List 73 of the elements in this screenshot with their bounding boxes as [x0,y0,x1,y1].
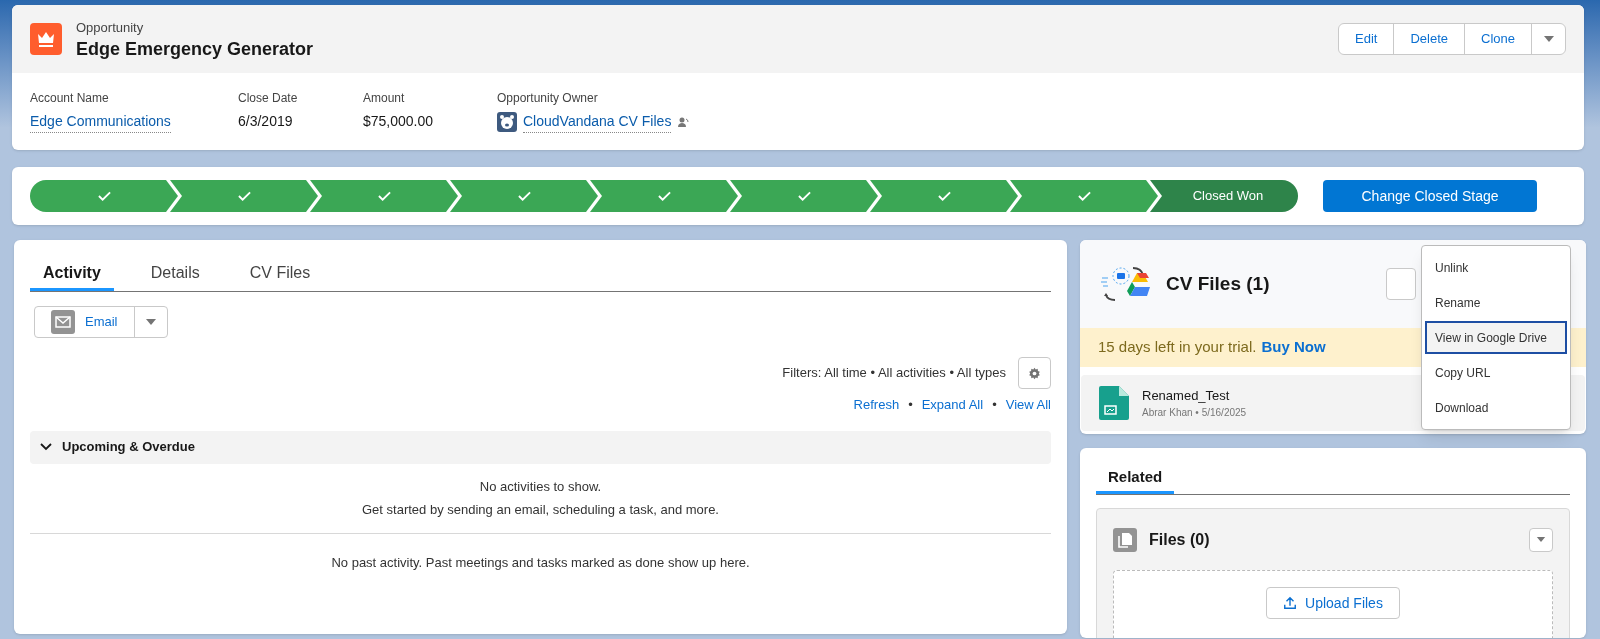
sync-logo-icon [1100,264,1152,304]
tab[interactable]: Related [1096,464,1175,494]
check-icon [1077,191,1091,201]
files-icon [1113,527,1137,552]
check-icon [97,191,111,201]
path-stage[interactable] [730,180,878,212]
check-icon [797,191,811,201]
tab[interactable]: Activity [30,257,114,291]
panel-title: CV Files (1) [1166,271,1270,296]
check-icon [517,191,531,201]
field-label: Close Date [238,90,299,107]
email-icon [51,310,75,334]
activity-link[interactable]: Expand All [921,395,984,415]
menu-item[interactable]: Rename [1425,286,1567,319]
drop-zone[interactable]: Upload Files [1113,570,1553,638]
field-label: Opportunity Owner [497,90,599,107]
path-stage[interactable] [310,180,458,212]
chevron-down-icon [40,443,52,451]
buy-now-link[interactable]: Buy Now [1261,336,1326,359]
empty-message: No activities to show. [479,477,602,496]
caret-down-icon [1536,536,1546,544]
check-icon [237,191,251,201]
caret-down-icon [144,318,157,326]
path-stage[interactable] [590,180,738,212]
avatar-icon [497,112,517,132]
path-stage[interactable]: Closed Won [1150,180,1298,212]
files-title: Files (0) [1149,529,1210,550]
action-button[interactable]: Delete [1394,24,1466,54]
menu-item[interactable]: View in Google Drive [1425,321,1567,354]
field-value: $75,000.00 [363,112,435,131]
path-stage[interactable] [450,180,598,212]
record-title: Edge Emergency Generator [76,37,314,60]
path-stage[interactable] [30,180,178,212]
file-name: Renamed_Test [1142,386,1231,405]
owner-link[interactable]: CloudVandana CV Files [523,111,672,133]
settings-button[interactable] [1018,357,1051,389]
field-link[interactable]: Edge Communications [30,111,171,133]
field-label: Amount [363,90,406,107]
image-file-icon [1099,386,1129,420]
field-label: Account Name [30,90,110,107]
files-menu-button[interactable] [1529,527,1553,552]
filters-text: Filters: All time • All activities • All types [782,364,1006,383]
path-stage[interactable] [870,180,1018,212]
activity-link[interactable]: View All [1005,395,1051,415]
change-stage-button[interactable]: Change Closed Stage [1323,180,1537,212]
empty-message: Get started by sending an email, scheduling a task, and more. [362,500,719,519]
upload-icon [1283,596,1298,611]
path-stage[interactable] [170,180,318,212]
section-header[interactable]: Upcoming & Overdue [30,430,1051,464]
crown-icon [30,23,62,55]
empty-message: No past activity. Past meetings and tasks marked as done show up here. [331,553,750,572]
object-type-label: Opportunity [76,19,145,37]
trial-text: 15 days left in your trial. [1098,337,1257,358]
field-value: 6/3/2019 [238,112,294,131]
bullet-separator: • [992,396,997,414]
tab[interactable]: Details [137,257,213,291]
upload-files-button[interactable]: Upload Files [1266,587,1400,620]
change-owner-icon [677,116,690,128]
action-button[interactable]: Clone [1465,24,1532,54]
action-button[interactable]: Edit [1339,24,1395,54]
menu-item[interactable]: Unlink [1425,251,1567,284]
path-stage[interactable] [1010,180,1158,212]
menu-item[interactable]: Download [1425,391,1567,424]
check-icon [937,191,951,201]
file-meta: Abrar Khan • 5/16/2025 [1142,406,1247,421]
settings-icon [1028,366,1041,380]
tab[interactable]: CV Files [236,257,324,291]
check-icon [657,191,671,201]
bullet-separator: • [908,396,913,414]
menu-button[interactable] [1386,268,1416,300]
activity-link[interactable]: Refresh [853,395,900,415]
check-icon [377,191,391,201]
caret-down-icon [1542,35,1555,43]
